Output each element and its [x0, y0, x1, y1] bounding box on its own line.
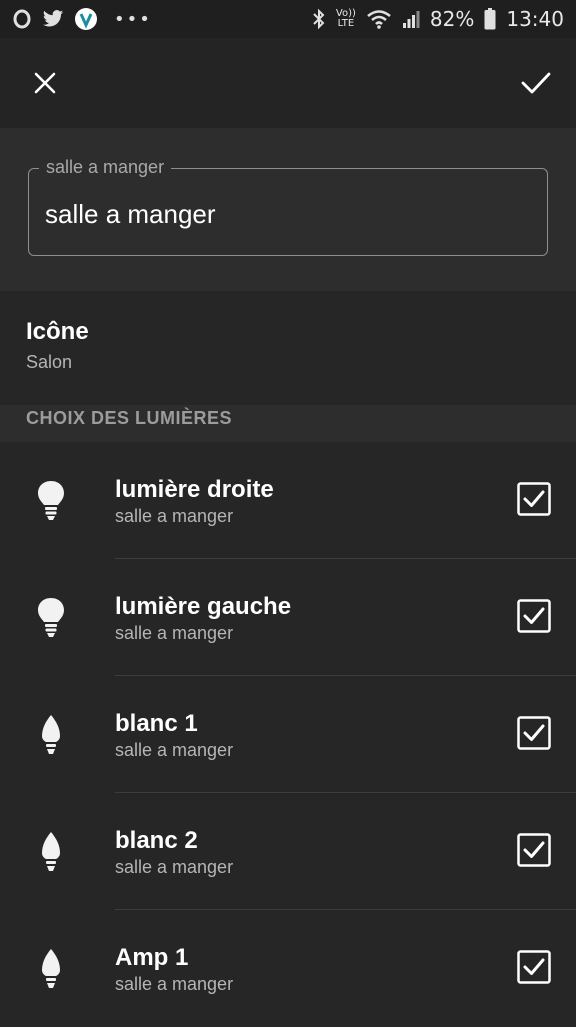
volte-bottom-label: LTE	[337, 18, 355, 29]
app-bar	[0, 38, 576, 128]
checkbox-checked-icon	[517, 833, 551, 867]
checkbox-checked-icon	[517, 599, 551, 633]
battery-icon	[484, 8, 496, 30]
room-name-value[interactable]: salle a manger	[45, 199, 216, 230]
icon-setting-title: Icône	[26, 318, 89, 345]
light-room: salle a manger	[115, 740, 234, 760]
status-bar-system: Vo)) LTE 82% 13:40	[312, 7, 564, 31]
status-bar: ••• Vo)) LTE 82% 13:40	[0, 0, 576, 38]
light-checkbox[interactable]	[517, 716, 551, 750]
twitter-icon	[42, 9, 64, 29]
icon-setting-value: Salon	[26, 352, 73, 372]
room-name-label: salle a manger	[39, 157, 172, 178]
candle-bulb-icon	[34, 829, 68, 875]
light-name: Amp 1	[115, 944, 189, 971]
confirm-button[interactable]	[516, 64, 556, 102]
bulb-icon	[34, 595, 68, 641]
room-name-section: salle a manger salle a manger	[0, 128, 576, 291]
light-item[interactable]: Amp 1 salle a manger	[0, 910, 576, 1027]
more-notifications-icon: •••	[114, 8, 152, 30]
lights-section-title: CHOIX DES LUMIÈRES	[26, 408, 233, 428]
battery-percent: 82%	[429, 7, 475, 31]
check-icon	[521, 72, 551, 94]
close-icon	[34, 72, 56, 94]
light-name: blanc 1	[115, 710, 198, 737]
vivino-icon	[74, 7, 98, 31]
checkbox-checked-icon	[517, 482, 551, 516]
candle-bulb-icon	[34, 712, 68, 758]
opera-icon	[12, 9, 32, 29]
icon-setting-row[interactable]: Icône Salon	[0, 291, 576, 405]
light-item[interactable]: lumière droite salle a manger	[0, 442, 576, 559]
candle-bulb-icon	[34, 946, 68, 992]
status-bar-notifications: •••	[12, 7, 152, 31]
checkbox-checked-icon	[517, 716, 551, 750]
light-name: lumière gauche	[115, 593, 292, 620]
clock: 13:40	[506, 7, 564, 31]
wifi-icon	[366, 9, 392, 29]
lights-section-header: CHOIX DES LUMIÈRES	[0, 405, 576, 442]
light-room: salle a manger	[115, 623, 234, 643]
light-room: salle a manger	[115, 857, 234, 877]
light-name: lumière droite	[115, 476, 274, 503]
light-checkbox[interactable]	[517, 833, 551, 867]
checkbox-checked-icon	[517, 950, 551, 984]
light-checkbox[interactable]	[517, 482, 551, 516]
light-name: blanc 2	[115, 827, 198, 854]
light-item[interactable]: blanc 1 salle a manger	[0, 676, 576, 793]
bulb-icon	[34, 478, 68, 524]
light-item[interactable]: lumière gauche salle a manger	[0, 559, 576, 676]
room-name-input[interactable]: salle a manger salle a manger	[28, 157, 548, 256]
signal-icon	[402, 9, 420, 29]
bluetooth-icon	[312, 8, 326, 30]
volte-icon: Vo)) LTE	[336, 9, 356, 29]
light-item[interactable]: blanc 2 salle a manger	[0, 793, 576, 910]
light-room: salle a manger	[115, 506, 234, 526]
close-button[interactable]	[26, 64, 64, 102]
lights-list: lumière droite salle a manger lumière ga…	[0, 442, 576, 1024]
light-room: salle a manger	[115, 974, 234, 994]
light-checkbox[interactable]	[517, 599, 551, 633]
light-checkbox[interactable]	[517, 950, 551, 984]
